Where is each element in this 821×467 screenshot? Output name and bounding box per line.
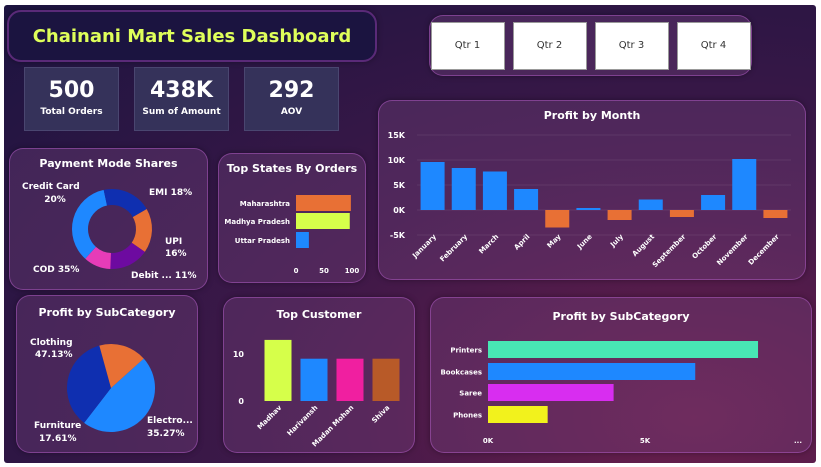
kpi-value: 438K <box>150 78 213 103</box>
dashboard-canvas: Chainani Mart Sales Dashboard Qtr 1 Qtr … <box>4 5 816 463</box>
x-tick-label: March <box>478 233 501 256</box>
top-customer-panel: Top Customer 10 0 Madhav Harivansh Madan Moh… <box>223 297 415 453</box>
subcategory-bar <box>488 363 696 380</box>
dashboard-title: Chainani Mart Sales Dashboard <box>32 25 352 47</box>
title-panel: Chainani Mart Sales Dashboard <box>7 10 377 62</box>
kpi-label: Total Orders <box>40 107 103 117</box>
y-tick-label: 15K <box>388 131 406 140</box>
profit-by-month-panel: Profit by Month 15K 10K 5K 0K -5K January Febr… <box>378 100 806 280</box>
customer-bar <box>300 358 328 401</box>
y-tick-label: 10K <box>388 156 406 165</box>
bar-june <box>576 208 601 210</box>
donut-slice-cod <box>72 189 108 259</box>
pie-label: 47.13% <box>35 350 73 360</box>
pie-label: Clothing <box>30 338 73 348</box>
bar-march <box>482 171 507 210</box>
state-bar <box>296 195 351 211</box>
x-tick-label: 0 <box>294 267 299 275</box>
bar-july <box>607 210 632 220</box>
kpi-value: 500 <box>48 78 95 103</box>
x-tick-label: 0K <box>483 437 494 445</box>
category-label: Bookcases <box>440 369 482 377</box>
top-customer-chart: 100Madhav HarivanshMadan Mohan Shiva <box>233 339 400 449</box>
bar-august <box>638 199 663 210</box>
pie-label: 17.61% <box>39 434 77 444</box>
bar-april <box>514 189 539 210</box>
category-label: Maharashtra <box>240 200 291 208</box>
top-states-panel: Top States By Orders Maharashtra Madhya P… <box>218 153 366 283</box>
x-tick-label: Madhav <box>256 403 284 431</box>
customer-bar <box>264 339 292 401</box>
pie-label: 35.27% <box>147 429 185 439</box>
subcategory-pie-panel: Profit by SubCategory Clothing 47.13% Elec… <box>16 295 198 453</box>
category-label: Phones <box>453 412 482 420</box>
bar-january <box>420 162 445 210</box>
bar-october <box>701 195 726 210</box>
category-label: Uttar Pradesh <box>235 237 290 245</box>
bar-september <box>669 210 694 217</box>
subcategory-bar <box>488 406 548 423</box>
subcategory-bar-panel: Profit by SubCategory Printers Bookcases S… <box>430 297 812 453</box>
x-tick-label: Harivansh <box>286 404 320 438</box>
customer-bar <box>336 358 364 401</box>
donut-label: Credit Card <box>22 182 80 192</box>
kpi-aov: 292 AOV <box>244 67 339 131</box>
x-tick-label: August <box>631 232 657 258</box>
x-tick-label: April <box>513 233 532 252</box>
kpi-total-orders: 500 Total Orders <box>24 67 119 131</box>
bar-december <box>763 210 788 218</box>
x-tick-label: 50 <box>319 267 329 275</box>
donut-label: 20% <box>44 195 66 205</box>
customer-bar <box>372 358 400 401</box>
kpi-label: Sum of Amount <box>142 107 221 117</box>
x-tick-label: January <box>410 232 438 260</box>
x-tick-label: ... <box>794 437 802 445</box>
x-tick-label: December <box>747 232 781 266</box>
bar-february <box>451 168 476 210</box>
category-label: Saree <box>459 390 482 398</box>
state-bar <box>296 213 350 229</box>
subcategory-bar <box>488 384 614 401</box>
kpi-sum-amount: 438K Sum of Amount <box>134 67 229 131</box>
donut-label: Debit ... 11% <box>131 271 196 281</box>
category-label: Printers <box>450 347 482 355</box>
donut-label: COD 35% <box>33 265 79 275</box>
donut-label: EMI 18% <box>149 188 192 198</box>
top-states-chart: Maharashtra Madhya Pradesh Uttar Pradesh 0 5… <box>224 195 360 275</box>
state-bar <box>296 232 309 248</box>
pie-label: Electro... <box>147 416 193 426</box>
profit-by-month-chart: 15K10K5K0K-5K January February March April Ma… <box>388 131 791 269</box>
x-tick-label: Shiva <box>370 404 391 425</box>
pie-label: Furniture <box>34 421 81 431</box>
x-tick-label: November <box>715 232 750 267</box>
y-tick-label: -5K <box>390 231 406 240</box>
payment-mode-chart: EMI 18% UPI 16% Debit ... 11% COD 35% Credit … <box>22 182 196 281</box>
quarter-slicer: Qtr 1 Qtr 2 Qtr 3 Qtr 4 <box>429 15 752 76</box>
x-tick-label: September <box>651 232 688 269</box>
kpi-value: 292 <box>268 78 315 103</box>
category-label: Madhya Pradesh <box>224 218 290 226</box>
y-tick-label: 10 <box>233 350 245 359</box>
bar-may <box>545 210 570 228</box>
x-tick-label: 100 <box>345 267 360 275</box>
x-tick-label: October <box>691 232 719 260</box>
subcategory-bar <box>488 341 759 358</box>
x-tick-label: February <box>438 232 469 263</box>
subcategory-pie-chart: Clothing 47.13% Electro... 35.27% Furniture 1… <box>30 338 193 444</box>
y-tick-label: 0 <box>238 397 244 406</box>
subcategory-bar-chart: Printers Bookcases Saree Phones 0K 5K... <box>440 341 802 445</box>
y-tick-label: 5K <box>393 181 406 190</box>
kpi-label: AOV <box>280 107 303 117</box>
qtr-3-button[interactable]: Qtr 3 <box>594 21 669 70</box>
donut-label: UPI <box>165 237 182 247</box>
donut-label: 16% <box>165 249 187 259</box>
payment-mode-panel: Payment Mode Shares EMI 18% UPI 16% Debit .… <box>9 148 208 290</box>
y-tick-label: 0K <box>393 206 406 215</box>
bar-november <box>732 159 757 210</box>
qtr-2-button[interactable]: Qtr 2 <box>512 21 587 70</box>
qtr-1-button[interactable]: Qtr 1 <box>430 21 505 70</box>
qtr-4-button[interactable]: Qtr 4 <box>676 21 751 70</box>
x-tick-label: 5K <box>640 437 651 445</box>
